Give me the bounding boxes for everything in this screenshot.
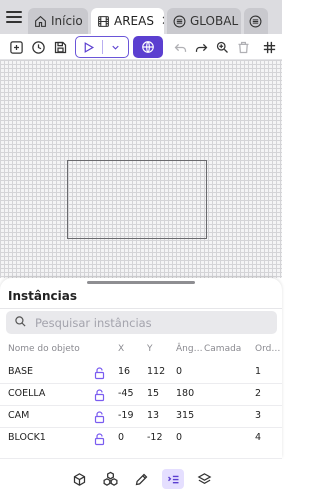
- cell-y: -12: [147, 432, 163, 443]
- unlock-icon[interactable]: [94, 431, 105, 450]
- save-icon[interactable]: [50, 37, 70, 57]
- menu-icon[interactable]: [6, 11, 22, 23]
- add-box-icon[interactable]: [6, 37, 26, 57]
- area-bounds[interactable]: [67, 160, 207, 239]
- home-icon: [34, 15, 47, 28]
- close-icon[interactable]: ✕: [161, 14, 164, 29]
- cell-name: COELLA: [8, 388, 46, 399]
- film-icon: [97, 15, 110, 28]
- cube-icon[interactable]: [69, 469, 89, 489]
- cell-y: 15: [147, 388, 160, 399]
- table-row[interactable]: BASE 16 112 0 1: [0, 361, 282, 383]
- unlock-icon[interactable]: [94, 387, 105, 406]
- column-header-angle[interactable]: Âng…: [176, 344, 203, 354]
- zoom-in-icon[interactable]: [212, 37, 232, 57]
- pencil-icon[interactable]: [131, 469, 151, 489]
- tab-global[interactable]: GLOBAL ✕: [167, 8, 241, 34]
- cell-order: 4: [255, 432, 262, 443]
- table-row[interactable]: CAM -19 13 315 3: [0, 405, 282, 427]
- cell-order: 2: [255, 388, 262, 399]
- globe-icon[interactable]: [133, 36, 163, 58]
- search-bar[interactable]: [6, 311, 277, 334]
- stack-icon: [173, 15, 186, 28]
- column-header-x[interactable]: X: [118, 344, 124, 354]
- instances-panel: Instâncias Nome do objeto X Y Âng… Camad…: [0, 278, 282, 458]
- cell-y: 112: [147, 366, 166, 377]
- cell-angle: 180: [176, 388, 195, 399]
- grid-icon[interactable]: [259, 37, 279, 57]
- search-icon: [14, 313, 27, 332]
- cell-order: 1: [255, 366, 262, 377]
- tab-overflow[interactable]: [244, 8, 268, 34]
- tab-bar: Início AREAS ✕ GLOBAL ✕: [0, 0, 282, 34]
- redo-icon[interactable]: [191, 37, 211, 57]
- cell-x: -19: [118, 410, 134, 421]
- cubes-icon[interactable]: [100, 469, 120, 489]
- cell-x: -45: [118, 388, 134, 399]
- column-header-layer[interactable]: Camada: [204, 344, 241, 354]
- list-icon[interactable]: [162, 469, 184, 489]
- history-icon[interactable]: [28, 37, 48, 57]
- column-header-order[interactable]: Ord…: [255, 344, 280, 354]
- undo-icon[interactable]: [170, 37, 190, 57]
- drag-handle[interactable]: [87, 281, 195, 284]
- scene-canvas[interactable]: [0, 60, 282, 278]
- tab-label: GLOBAL: [190, 14, 239, 28]
- cell-angle: 0: [176, 366, 183, 377]
- column-header-name[interactable]: Nome do objeto: [8, 344, 80, 354]
- cell-x: 0: [118, 432, 125, 443]
- bottom-nav: [0, 458, 282, 500]
- cell-angle: 0: [176, 432, 183, 443]
- tab-inicio[interactable]: Início: [28, 8, 88, 34]
- cell-x: 16: [118, 366, 131, 377]
- tab-areas[interactable]: AREAS ✕: [91, 8, 164, 34]
- preview-group: [75, 36, 129, 58]
- chevron-down-icon[interactable]: [103, 37, 129, 57]
- cell-name: BLOCK1: [8, 432, 46, 443]
- play-icon[interactable]: [76, 37, 102, 57]
- delete-icon[interactable]: [233, 37, 253, 57]
- cell-name: CAM: [8, 410, 30, 421]
- column-header-y[interactable]: Y: [147, 344, 153, 354]
- unlock-icon[interactable]: [94, 365, 105, 384]
- table-row[interactable]: BLOCK1 0 -12 0 4: [0, 427, 282, 449]
- search-input[interactable]: [35, 315, 255, 330]
- cell-name: BASE: [8, 366, 34, 377]
- layers-icon[interactable]: [194, 469, 214, 489]
- cell-y: 13: [147, 410, 160, 421]
- unlock-icon[interactable]: [94, 409, 105, 428]
- cell-order: 3: [255, 410, 262, 421]
- panel-title: Instâncias: [8, 289, 77, 303]
- table-row[interactable]: COELLA -45 15 180 2: [0, 383, 282, 405]
- cell-angle: 315: [176, 410, 195, 421]
- toolbar: [0, 34, 282, 60]
- tab-label: AREAS: [114, 14, 154, 28]
- tab-label: Início: [51, 14, 83, 28]
- stack-icon: [249, 15, 262, 28]
